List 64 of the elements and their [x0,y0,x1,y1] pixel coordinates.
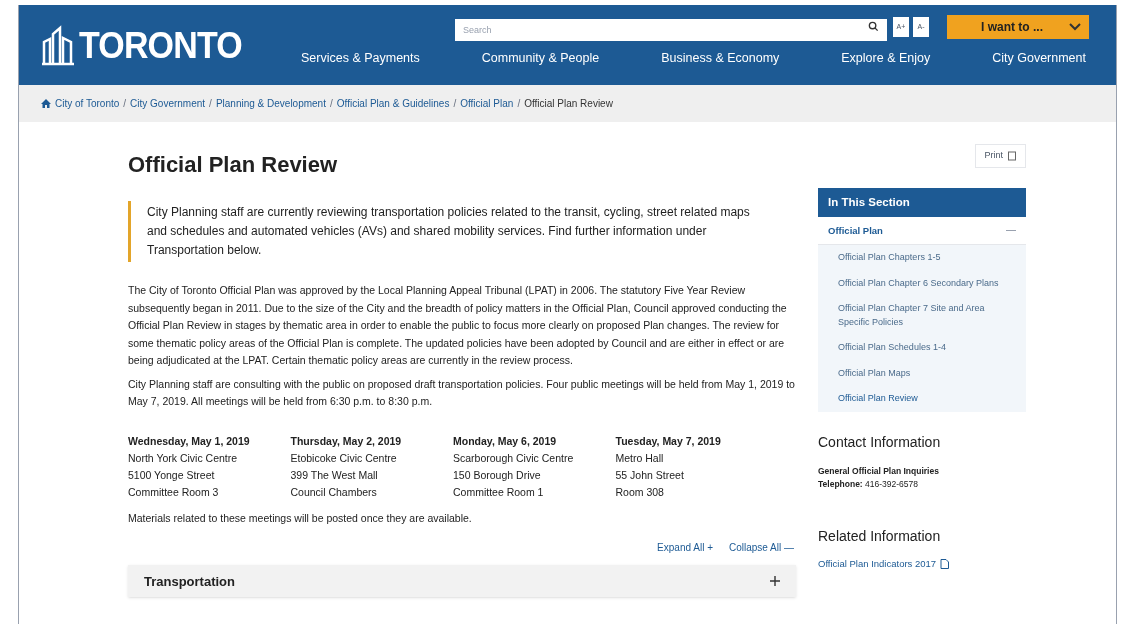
breadcrumb-link[interactable]: Official Plan [460,96,514,111]
meeting-detail: Metro Hall [615,450,665,466]
i-want-to-dropdown[interactable]: I want to ... [947,15,1089,39]
section-nav-link[interactable]: Official Plan Maps [838,366,1018,381]
home-icon[interactable] [41,99,51,108]
section-nav-link[interactable]: Official Plan Chapter 6 Secondary Plans [838,276,1018,291]
nav-link[interactable]: Business & Economy [661,49,780,68]
body-text: City Planning staff are consulting with the public on proposed draft transportation policies. Four public meetings will be held from May 1, 2019 to May 7, 2019. All meetings will be held from 6:30 p.m. to 8:30 p.m. [128,376,796,409]
meeting-detail: 55 John Street [615,467,685,483]
contact-name: General Official Plan Inquiries [818,464,940,478]
meeting-detail: Committee Room 1 [453,484,545,500]
meeting-detail: Scarborough Civic Centre [453,450,575,466]
meeting-detail: 150 Borough Drive [453,467,542,483]
body-text: Materials related to these meetings will be posted once they are available. [128,510,473,526]
breadcrumb-separator: / [329,97,333,111]
nav-link[interactable]: Explore & Enjoy [841,49,931,68]
related-link[interactable]: Official Plan Indicators 2017 [818,557,937,572]
section-nav-heading: In This Section [818,188,1026,218]
breadcrumb-link[interactable]: City of Toronto [55,96,120,111]
printer-icon [1007,151,1017,161]
site-logo[interactable]: TORONTO [79,16,242,74]
meeting-detail: 399 The West Mall [290,467,379,483]
document-icon [940,559,950,570]
collapse-all-link[interactable]: Collapse All — [728,540,794,556]
meeting-detail: 5100 Yonge Street [128,467,216,483]
breadcrumb-link[interactable]: Official Plan & Guidelines [336,96,450,111]
meeting-detail: Etobicoke Civic Centre [290,450,398,466]
chevron-down-icon [1069,23,1081,31]
search-field[interactable]: Search [455,19,887,41]
breadcrumb-link[interactable]: City Government [130,96,206,111]
section-nav-link[interactable]: Official Plan Review [838,392,1018,406]
city-hall-logo-icon [41,24,75,66]
meeting-detail: North York Civic Centre [128,450,239,466]
print-button[interactable]: Print [975,144,1026,168]
accordion-header[interactable]: Transportation [128,565,796,598]
breadcrumb-separator: / [209,97,212,111]
breadcrumb-link[interactable]: Planning & Development [215,96,326,111]
section-nav-link[interactable]: Official Plan Chapter 7 Site and Area Specific Policies [838,302,1018,330]
breadcrumb-separator: / [453,97,457,111]
current-page-label: Official Plan Review [524,97,613,111]
body-text: The City of Toronto Official Plan was approved by the Local Planning Appeal Tribunal (LPAT) in 2006. The statutory Five Year Review subsequently began in 2011. Due to the size of the City and the breadth of policy matters in the Official Plan, Council approved conducting the Official Plan Review in stages by thematic area in order to enable the public to focus more clearly on proposed Plan changes. The review for some thematic policy areas of the Official Plan is complete. The updated policies have been adopted by Council and are either in effect or are being adjudicated at the LPAT. Certain thematic policy areas are currently in the review process. [128,283,788,368]
section-nav-link[interactable]: Official Plan Chapters 1-5 [838,251,1018,265]
meeting-detail: Committee Room 3 [128,484,220,500]
meeting-detail: Council Chambers [290,484,378,500]
nav-link[interactable]: Community & People [481,49,600,68]
nav-link[interactable]: Services & Payments [301,49,420,68]
breadcrumb-separator: / [517,97,521,111]
meeting-date: Tuesday, May 7, 2019 [615,433,722,449]
meeting-date: Thursday, May 2, 2019 [290,433,403,449]
meeting-detail: Room 308 [615,484,665,500]
meeting-date: Wednesday, May 1, 2019 [128,433,251,449]
section-nav-link[interactable]: Official Plan Schedules 1-4 [838,341,1018,355]
contact-heading: Contact Information [818,432,942,452]
related-heading: Related Information [818,527,942,547]
search-icon[interactable] [868,21,879,32]
page-title: Official Plan Review [128,151,339,179]
meeting-date: Monday, May 6, 2019 [453,433,558,449]
phone-number: 416-392-6578 [865,478,919,489]
phone-label: Telephone: [818,478,863,489]
section-nav-link[interactable]: Official Plan [828,223,883,238]
nav-link[interactable]: City Government [992,49,1086,68]
breadcrumb-separator: / [123,97,127,111]
expand-all-link[interactable]: Expand All + [657,540,713,556]
callout-text: City Planning staff are currently reviewing transportation policies related to the transit, cycling, street related maps and schedules and automated vehicles (AVs) and shared mobility services. Find further information under Transportation below. [147,204,751,259]
